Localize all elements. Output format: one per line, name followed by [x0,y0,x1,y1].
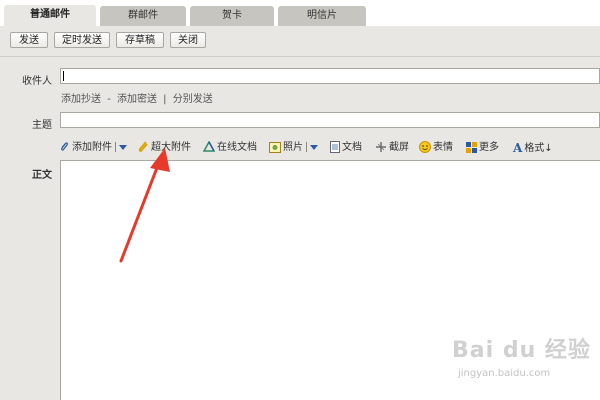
online-doc-icon [203,141,215,152]
scheduled-send-button[interactable]: 定时发送 [54,32,110,48]
divider [115,142,116,152]
link-separator: - [107,94,111,105]
body-label: 正文 [32,170,52,181]
grid-icon [466,141,477,153]
tab-normal-mail[interactable]: 普通邮件 [4,5,96,26]
document-button[interactable]: 文档 [330,140,362,156]
photo-icon [269,141,281,153]
more-button[interactable]: 更多 [466,140,499,156]
add-attachment-label: 添加附件 [72,142,112,153]
format-button[interactable]: A 格式↓ [513,140,553,156]
add-bcc-link[interactable]: 添加密送 [117,94,157,105]
tab-group-mail[interactable]: 群邮件 [100,6,186,26]
scissors-icon [376,142,386,152]
subject-label: 主题 [32,120,52,131]
subject-input[interactable] [60,112,600,128]
smiley-icon [419,141,431,153]
add-attachment-button[interactable]: 添加附件 [59,140,127,156]
chevron-down-icon[interactable] [310,144,318,150]
separate-send-link[interactable]: 分别发送 [173,94,213,105]
online-doc-button[interactable]: 在线文档 [203,140,257,156]
send-button[interactable]: 发送 [10,32,48,48]
more-label: 更多 [479,142,499,153]
close-button[interactable]: 关闭 [170,32,206,48]
photo-button[interactable]: 照片 [269,140,318,156]
body-editor[interactable] [60,160,600,400]
watermark-logo: Bai du 经验 [452,338,591,363]
large-attachment-label: 超大附件 [151,142,191,153]
online-doc-label: 在线文档 [217,142,257,153]
emoji-button[interactable]: 表情 [419,140,453,156]
emoji-label: 表情 [433,142,453,153]
link-separator: | [163,94,167,105]
format-label: 格式↓ [524,143,553,154]
tab-bar: 普通邮件 群邮件 贺卡 明信片 [0,0,600,26]
save-draft-button[interactable]: 存草稿 [116,32,164,48]
tab-postcard[interactable]: 明信片 [278,6,366,26]
toolbar-divider [0,56,600,57]
recipient-options: 添加抄送 - 添加密送 | 分别发送 [61,90,213,105]
chevron-down-icon[interactable] [119,144,127,150]
add-cc-link[interactable]: 添加抄送 [61,94,101,105]
tab-greeting-card[interactable]: 贺卡 [190,6,274,26]
screenshot-label: 截屏 [389,142,409,153]
document-label: 文档 [342,142,362,153]
paperclip-icon [61,142,68,151]
text-cursor [63,71,64,81]
large-paperclip-icon [138,141,148,152]
screenshot-button[interactable]: 截屏 [375,140,409,156]
watermark-url: jingyan.baidu.com [458,368,551,379]
recipient-label: 收件人 [22,76,52,87]
large-attachment-button[interactable]: 超大附件 [138,140,191,156]
document-icon [330,141,340,153]
recipient-input[interactable] [60,68,600,84]
divider [306,142,307,152]
photo-label: 照片 [283,142,303,153]
font-a-icon: A [513,141,523,155]
